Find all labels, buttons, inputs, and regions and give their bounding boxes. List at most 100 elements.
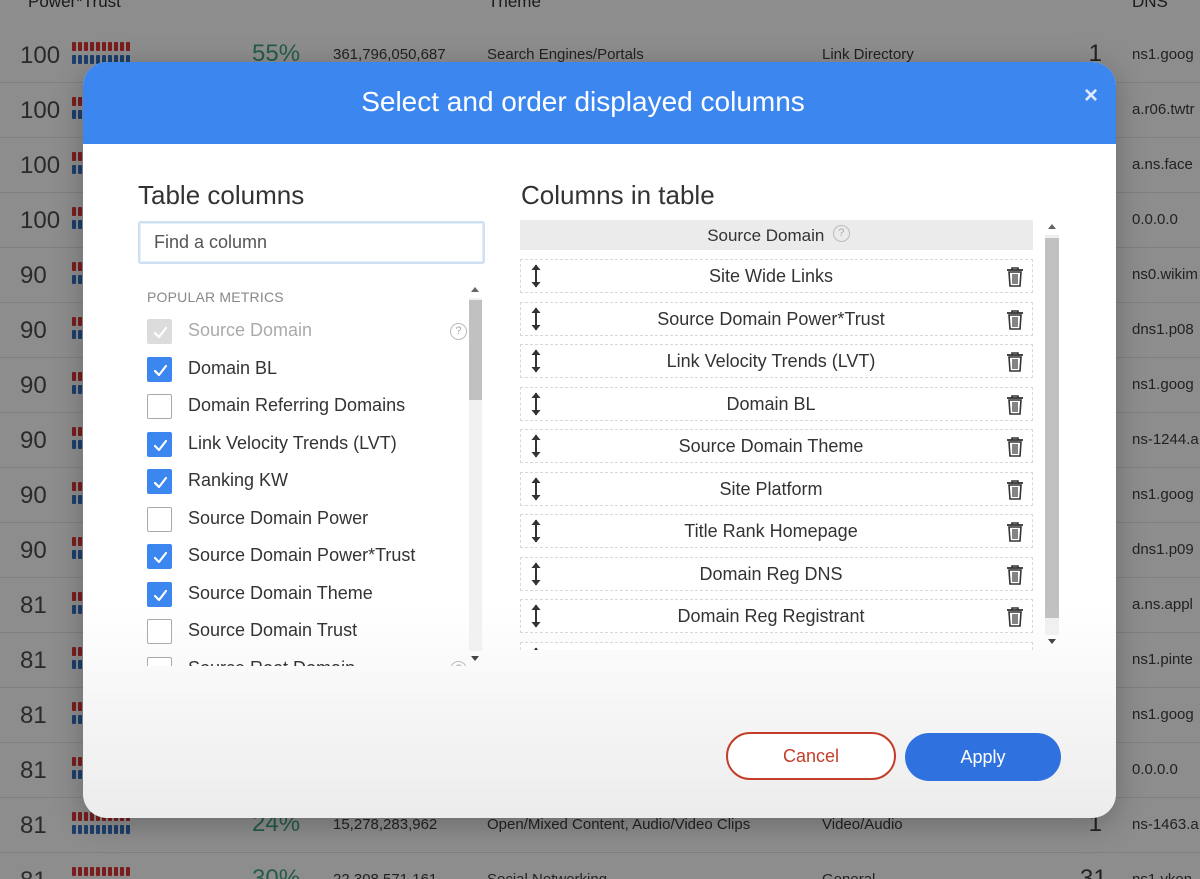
column-option[interactable]: Source Domain Theme [147,578,462,608]
scroll-up-icon[interactable] [471,287,479,292]
trash-icon[interactable] [1005,266,1025,293]
fixed-column-label: Source Domain [707,226,825,245]
cancel-button[interactable]: Cancel [726,732,896,780]
background-table-row: 81 30% 22,308,571,161 Social Networking Gene… [0,853,1200,879]
column-option[interactable]: Source Domain Trust [147,615,462,645]
selected-column-row[interactable]: Domain Reg Registrant [520,599,1033,633]
row-theme: Search Engines/Portals [487,46,644,63]
row-count: 31 [1080,865,1107,879]
selected-column-label: Site Platform [719,478,823,499]
drag-handle-icon[interactable] [530,603,542,634]
selected-column-row[interactable]: Title Rank Homepage [520,514,1033,548]
drag-handle-icon[interactable] [530,306,542,337]
row-score: 90 [20,537,47,564]
trash-icon[interactable] [1005,351,1025,378]
selected-column-label: Domain BL [726,393,816,414]
trash-icon[interactable] [1005,649,1025,650]
row-dns: ns-1244.a [1132,431,1199,448]
column-option-label: Source Domain Power [188,507,369,528]
drag-handle-icon[interactable] [530,348,542,379]
drag-handle-icon[interactable] [530,561,542,592]
selected-column-row[interactable]: Domain Reg DNS [520,556,1033,592]
drag-handle-icon[interactable] [530,518,542,549]
available-columns-scrollbar[interactable] [467,284,484,666]
selected-column-row[interactable]: Site Wide Links [520,259,1033,293]
trash-icon[interactable] [1005,394,1025,421]
column-option[interactable]: Source Root Domain? [147,653,467,667]
column-option-label: Source Domain Theme [188,582,373,603]
column-option[interactable]: Source Domain Power*Trust [147,540,462,570]
selected-column-row[interactable]: IP Host [520,641,1033,650]
row-number: 361,796,050,687 [333,46,446,63]
scroll-down-icon[interactable] [1048,639,1056,644]
column-option-label: Source Root Domain [188,658,355,667]
row-dns: ns0.wikim [1132,266,1198,283]
drag-handle-icon[interactable] [530,476,542,507]
column-checkbox[interactable] [147,619,172,644]
row-dns: a.ns.appl [1132,596,1193,613]
scroll-down-icon[interactable] [471,656,479,661]
close-icon[interactable]: × [1084,82,1098,110]
row-dns: dns1.p09 [1132,541,1194,558]
row-score: 100 [20,152,61,179]
column-checkbox[interactable] [147,431,172,457]
help-icon[interactable]: ? [450,660,467,666]
selected-column-row[interactable]: Source Domain Power*Trust [520,301,1033,337]
column-checkbox[interactable] [147,656,172,666]
column-checkbox[interactable] [147,319,172,344]
column-checkbox[interactable] [147,394,172,419]
row-score: 100 [20,207,61,234]
selected-columns-scrollbar[interactable] [1044,221,1060,649]
header-dns: DNS [1132,0,1168,11]
trash-icon[interactable] [1005,309,1025,336]
row-percent: 30% [252,865,301,879]
column-checkbox[interactable] [147,581,172,607]
column-checkbox[interactable] [147,356,172,382]
column-option[interactable]: Domain BL [147,353,462,383]
apply-button[interactable]: Apply [905,733,1061,781]
scrollbar-thumb[interactable] [1045,238,1059,618]
column-option[interactable]: Source Domain Power [147,503,462,533]
scroll-up-icon[interactable] [1048,224,1056,229]
row-dns: ns-1463.a [1132,816,1199,833]
selected-column-row[interactable]: Link Velocity Trends (LVT) [520,344,1033,378]
trash-icon[interactable] [1005,436,1025,463]
row-score: 90 [20,427,47,454]
selected-column-row[interactable]: Site Platform [520,471,1033,507]
columns-in-table-title: Columns in table [521,180,715,210]
trash-icon[interactable] [1005,521,1025,548]
column-option-label: Domain BL [188,357,278,378]
drag-handle-icon[interactable] [530,263,542,294]
trash-icon[interactable] [1005,479,1025,506]
selected-column-label: Domain Reg Registrant [677,606,865,626]
row-score: 81 [20,867,47,879]
selected-column-row[interactable]: Source Domain Theme [520,429,1033,463]
column-option[interactable]: Source Domain? [147,315,467,345]
column-checkbox[interactable] [147,469,172,494]
trash-icon[interactable] [1005,606,1025,633]
row-category: Link Directory [822,46,914,63]
row-number: 22,308,571,161 [333,871,437,879]
find-column-input[interactable] [138,221,485,264]
scrollbar-thumb[interactable] [469,300,482,400]
column-checkbox[interactable] [147,506,172,532]
help-icon[interactable]: ? [832,225,850,242]
column-option[interactable]: Domain Referring Domains [147,390,462,420]
drag-handle-icon[interactable] [530,646,542,650]
help-icon[interactable]: ? [450,323,467,340]
drag-handle-icon[interactable] [530,391,542,422]
row-score: 100 [20,42,61,69]
column-checkbox[interactable] [147,544,172,569]
drag-handle-icon[interactable] [530,433,542,464]
power-trust-bars [72,867,150,879]
column-option[interactable]: Link Velocity Trends (LVT) [147,428,462,458]
header-power-trust: Power*Trust [28,0,121,11]
trash-icon[interactable] [1005,564,1025,591]
row-score: 90 [20,372,47,399]
row-dns: 0.0.0.0 [1132,761,1178,778]
column-selector-dialog: Select and order displayed columns × Tab… [83,62,1116,818]
row-theme: Social Networking [487,871,607,879]
selected-column-row[interactable]: Domain BL [520,386,1033,422]
row-score: 81 [20,702,47,729]
column-option[interactable]: Ranking KW [147,465,462,495]
